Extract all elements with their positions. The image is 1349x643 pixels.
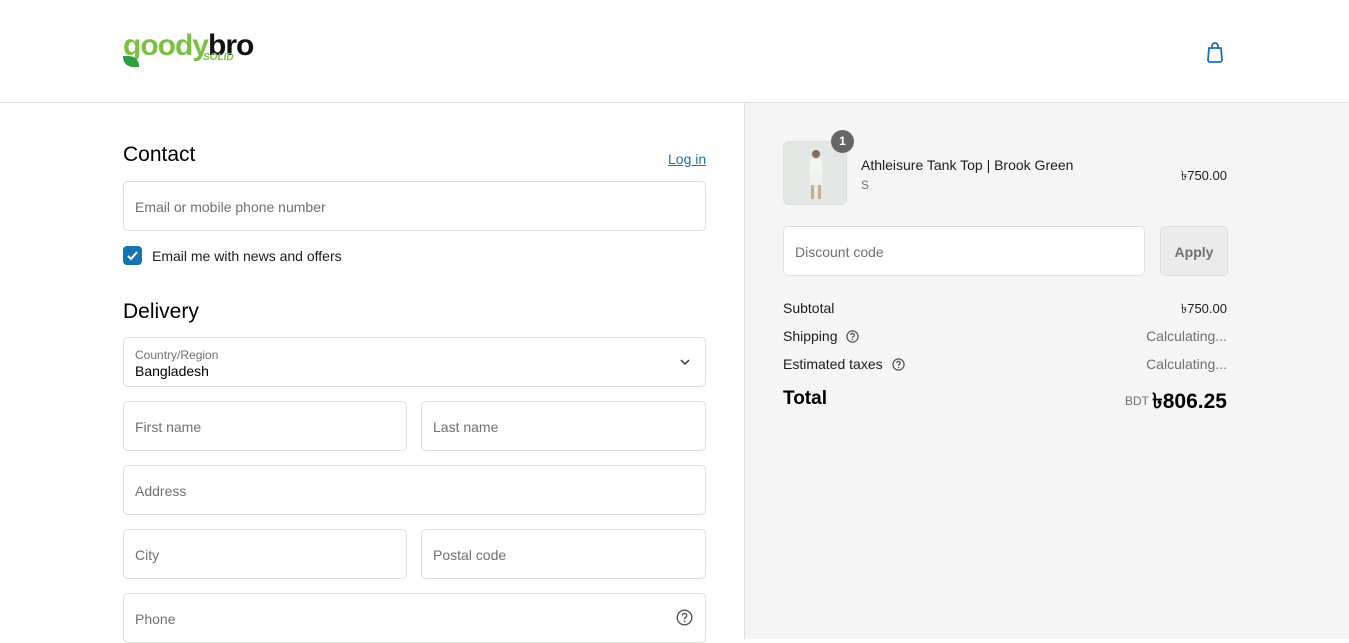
first-name-field[interactable]: First name <box>123 401 407 451</box>
taxes-label: Estimated taxes <box>783 356 883 372</box>
country-value: Bangladesh <box>135 363 209 379</box>
last-name-field[interactable]: Last name <box>421 401 706 451</box>
discount-placeholder: Discount code <box>795 244 884 260</box>
country-label: Country/Region <box>135 348 219 362</box>
phone-placeholder: Phone <box>135 611 176 627</box>
product-name: Athleisure Tank Top | Brook Green <box>861 157 1074 173</box>
address-field[interactable]: Address <box>123 465 706 515</box>
newsletter-checkbox[interactable] <box>123 246 142 265</box>
login-link[interactable]: Log in <box>668 151 706 167</box>
shipping-row: Shipping <box>783 328 860 344</box>
postal-code-field[interactable]: Postal code <box>421 529 706 579</box>
shipping-label: Shipping <box>783 328 838 344</box>
help-circle-icon[interactable] <box>676 609 693 626</box>
total-value: ৳806.25 <box>1152 390 1227 413</box>
help-circle-icon[interactable] <box>891 358 905 371</box>
total-label: Total <box>783 388 827 409</box>
chevron-down-icon <box>680 359 690 366</box>
city-field[interactable]: City <box>123 529 407 579</box>
contact-heading: Contact <box>123 143 196 166</box>
help-circle-icon[interactable] <box>846 330 860 343</box>
checkmark-icon <box>127 251 138 261</box>
product-price: ৳750.00 <box>1180 168 1227 183</box>
address-placeholder: Address <box>135 483 187 499</box>
shipping-value: Calculating... <box>1146 328 1227 344</box>
shopping-bag-icon[interactable] <box>1205 40 1225 64</box>
city-placeholder: City <box>135 547 160 563</box>
currency-code: BDT <box>1125 394 1149 408</box>
logo-tagline: SOLID <box>203 52 234 63</box>
logo-part-1: goody <box>123 29 209 62</box>
phone-field[interactable]: Phone <box>123 593 706 643</box>
taxes-row: Estimated taxes <box>783 356 905 372</box>
store-logo[interactable]: goodybro SOLID <box>123 30 263 70</box>
header: goodybro SOLID <box>0 0 1349 103</box>
newsletter-label[interactable]: Email me with news and offers <box>152 248 342 264</box>
subtotal-label: Subtotal <box>783 300 835 316</box>
quantity-badge: 1 <box>831 130 854 153</box>
country-select[interactable]: Country/Region Bangladesh <box>123 337 706 387</box>
delivery-heading: Delivery <box>123 300 199 323</box>
discount-code-field[interactable]: Discount code <box>783 226 1145 276</box>
postal-code-placeholder: Postal code <box>433 547 507 563</box>
product-variant: S <box>861 178 870 192</box>
checkout-form: Contact Log in Email or mobile phone num… <box>0 103 744 643</box>
first-name-placeholder: First name <box>135 419 202 435</box>
last-name-placeholder: Last name <box>433 419 499 435</box>
apply-button[interactable]: Apply <box>1160 226 1228 276</box>
order-summary: 1 Athleisure Tank Top | Brook Green S ৳7… <box>744 103 1349 639</box>
email-placeholder: Email or mobile phone number <box>135 199 326 215</box>
taxes-value: Calculating... <box>1146 356 1227 372</box>
subtotal-value: ৳750.00 <box>1180 301 1227 316</box>
email-field[interactable]: Email or mobile phone number <box>123 181 706 231</box>
